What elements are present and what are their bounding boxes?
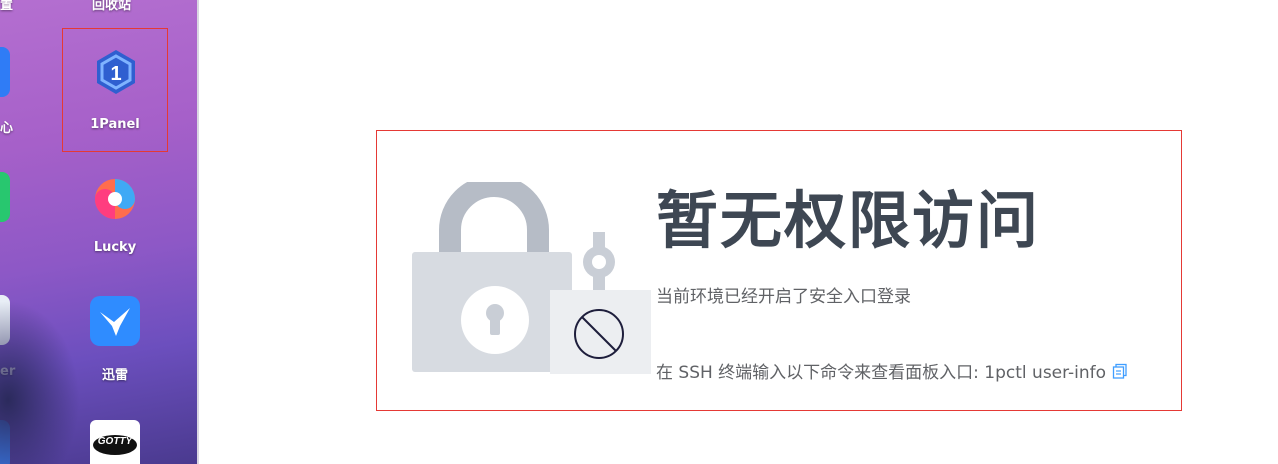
partial-app-icon[interactable] [0, 172, 10, 222]
app-label: Lucky [93, 240, 137, 255]
partial-label-top-left: 置 [0, 0, 14, 13]
lucky-swirl-icon [90, 174, 140, 224]
desktop-app-gotty[interactable]: GOTTY [62, 418, 168, 464]
recycle-bin-label[interactable]: 回收站 [92, 0, 131, 13]
partial-app-icon[interactable] [0, 420, 10, 464]
desktop-app-thunder[interactable]: 迅雷 [62, 294, 168, 386]
locked-padlock-illustration [412, 182, 651, 374]
secure-entry-description: 当前环境已经开启了安全入口登录 [656, 287, 911, 307]
page-title: 暂无权限访问 [656, 184, 1041, 257]
gotty-logo-text: GOTTY [97, 436, 133, 447]
svg-text:1: 1 [110, 63, 121, 85]
window-divider [197, 0, 199, 464]
partial-app-label: er [0, 364, 16, 379]
copy-icon[interactable] [1112, 363, 1128, 379]
desktop-app-lucky[interactable]: Lucky [62, 170, 168, 262]
partial-app-icon[interactable] [0, 295, 10, 345]
thunder-bird-icon [90, 296, 140, 346]
partial-app-icon[interactable] [0, 47, 10, 97]
command-text: 在 SSH 终端输入以下命令来查看面板入口: 1pctl user-info [656, 363, 1107, 383]
desktop-strip: 置 回收站 心 er 1 1Panel Lucky 迅雷 GOTTY [0, 0, 197, 464]
1panel-icon: 1 [91, 47, 141, 97]
app-label: 1Panel [90, 117, 140, 132]
partial-app-label: 心 [0, 121, 14, 136]
command-hint: 在 SSH 终端输入以下命令来查看面板入口: 1pctl user-info [656, 358, 1128, 383]
app-label: 迅雷 [101, 368, 128, 383]
desktop-app-1panel[interactable]: 1 1Panel [62, 28, 168, 152]
